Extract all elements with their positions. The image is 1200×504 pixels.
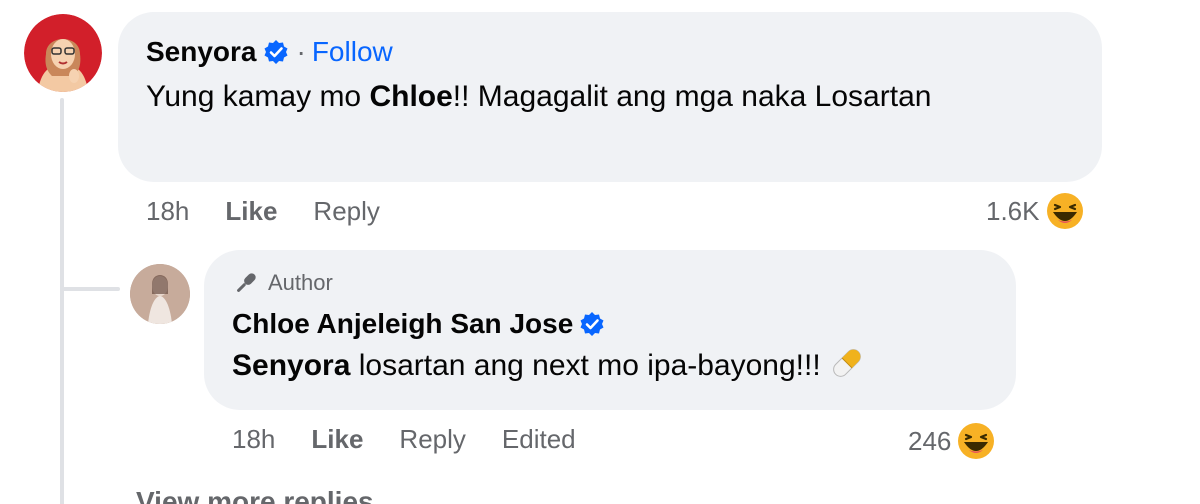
- reply-connector: [60, 287, 120, 291]
- comment-timestamp[interactable]: 18h: [146, 196, 189, 227]
- haha-emoji-icon: [1044, 191, 1085, 231]
- follow-button[interactable]: Follow: [312, 34, 393, 70]
- reply-reaction-count: 246: [908, 425, 952, 456]
- pill-emoji-icon: [832, 349, 861, 377]
- reply-reactions[interactable]: 246: [908, 420, 997, 462]
- comment-author-name[interactable]: Senyora: [146, 34, 257, 70]
- verified-badge-icon: [264, 40, 287, 64]
- reply-bubble: Author Chloe Anjeleigh San Jose Senyora …: [204, 250, 1016, 410]
- separator-dot: ·: [296, 36, 306, 67]
- reply-text: Senyora losartan ang next mo ipa-bayong!…: [232, 344, 988, 388]
- reply-like-button[interactable]: Like: [311, 424, 363, 455]
- avatar-senyora[interactable]: [24, 14, 102, 92]
- author-badge: Author: [232, 268, 988, 298]
- comment-bubble: Senyora · Follow Yung kamay mo Chloe!! M…: [118, 12, 1102, 182]
- reply-reply-button[interactable]: Reply: [399, 424, 465, 455]
- comment-text: Yung kamay mo Chloe!! Magagalit ang mga …: [146, 74, 1074, 120]
- comment-text-mention: Chloe: [369, 80, 453, 113]
- edited-label[interactable]: Edited: [502, 424, 576, 455]
- avatar-chloe[interactable]: [130, 264, 190, 324]
- reply-mention[interactable]: Senyora: [232, 349, 350, 382]
- comment-text-end: !! Magagalit ang mga naka Losartan: [452, 80, 932, 113]
- comment-text-start: Yung kamay mo: [146, 80, 370, 113]
- reaction-count: 1.6K: [986, 195, 1040, 226]
- microphone-icon: [237, 273, 256, 292]
- verified-badge-icon: [580, 312, 604, 336]
- reply-text-body: losartan ang next mo ipa-bayong!!!: [350, 349, 821, 382]
- reply-button[interactable]: Reply: [313, 196, 379, 227]
- thread-line: [60, 98, 64, 504]
- haha-emoji-icon: [956, 421, 997, 461]
- author-badge-label: Author: [268, 270, 333, 295]
- reply-timestamp[interactable]: 18h: [232, 424, 275, 455]
- reply-author-name[interactable]: Chloe Anjeleigh San Jose: [232, 306, 573, 342]
- comment-actions: 18h Like Reply: [146, 196, 416, 227]
- like-button[interactable]: Like: [225, 196, 277, 227]
- view-more-replies-link[interactable]: View more replies: [136, 486, 374, 504]
- reply-actions: 18h Like Reply Edited: [232, 424, 612, 455]
- comment-reactions[interactable]: 1.6K: [986, 190, 1086, 232]
